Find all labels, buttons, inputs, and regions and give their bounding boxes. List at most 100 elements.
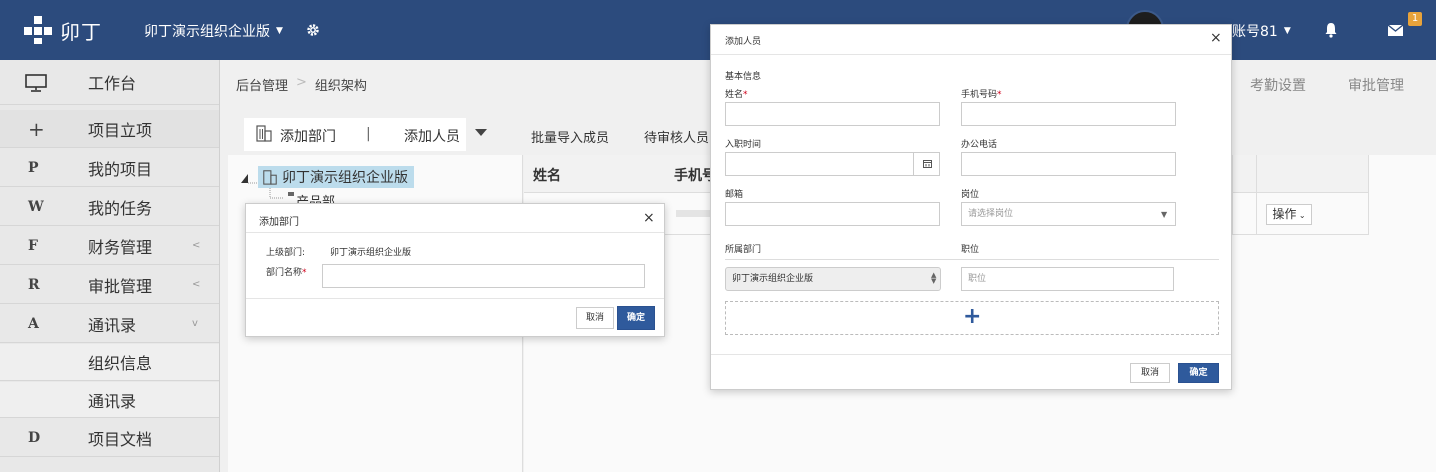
join-date-input[interactable] xyxy=(725,152,940,176)
tab-attendance-settings[interactable]: 考勤设置 xyxy=(1250,75,1306,95)
tree-line-icon xyxy=(269,188,294,199)
tree-node-root[interactable]: 卯丁演示组织企业版 xyxy=(258,166,414,188)
sidebar-item-label: 组织信息 xyxy=(88,354,153,373)
caret-down-icon[interactable] xyxy=(475,129,487,136)
logo-mark-icon xyxy=(22,14,56,46)
cancel-button[interactable]: 取消 xyxy=(1130,363,1170,383)
add-dept-row-button[interactable]: + xyxy=(725,301,1219,335)
chevron-down-icon: ⌄ xyxy=(1296,211,1306,220)
caret-down-icon: ▼ xyxy=(1161,210,1168,219)
post-select[interactable]: 请选择岗位 xyxy=(961,202,1176,226)
mail-icon[interactable] xyxy=(1388,25,1403,36)
letter-r-icon: R xyxy=(28,276,40,293)
close-icon[interactable]: × xyxy=(1210,30,1222,46)
label-text: 部门名称 xyxy=(266,268,303,278)
column-divider xyxy=(1368,155,1369,235)
breadcrumb-root[interactable]: 后台管理 xyxy=(236,75,288,94)
required-mark: * xyxy=(302,268,307,278)
phone-input[interactable] xyxy=(961,102,1176,126)
sidebar-item-my-projects[interactable]: P 我的项目 xyxy=(0,149,219,187)
gear-icon[interactable] xyxy=(306,23,320,37)
brand-logo[interactable]: 卯丁 xyxy=(22,14,102,46)
confirm-button[interactable]: 确定 xyxy=(1178,363,1219,383)
sidebar-item-label: 我的任务 xyxy=(88,198,153,218)
sidebar-item-contacts[interactable]: A 通讯录 v xyxy=(0,305,219,343)
sidebar-item-label: 工作台 xyxy=(88,74,137,93)
sidebar-item-label: 项目立项 xyxy=(88,120,153,140)
batch-import-button[interactable]: 批量导入成员 xyxy=(531,127,609,146)
column-divider xyxy=(1256,155,1257,235)
sidebar-item-workbench[interactable]: 工作台 xyxy=(0,60,219,105)
office-phone-input[interactable] xyxy=(961,152,1176,176)
email-input[interactable] xyxy=(725,202,940,226)
caret-down-icon: ▼ xyxy=(276,26,283,36)
close-icon[interactable]: × xyxy=(643,210,655,226)
section-title: 基本信息 xyxy=(725,72,762,82)
title-input[interactable]: 职位 xyxy=(961,267,1174,291)
tab-approval-management[interactable]: 审批管理 xyxy=(1348,75,1404,95)
mail-count-badge: 1 xyxy=(1408,12,1422,26)
toolbar-add-group: 添加部门 | 添加人员 xyxy=(244,118,466,151)
post-label: 岗位 xyxy=(961,190,980,200)
bell-icon[interactable] xyxy=(1324,22,1338,38)
letter-w-icon: W xyxy=(28,198,44,215)
divider xyxy=(711,354,1231,355)
org-switcher[interactable]: 卯丁演示组织企业版 ▼ xyxy=(144,21,283,41)
dept-name-label: 部门名称* xyxy=(266,265,307,278)
dept-name-input[interactable] xyxy=(322,264,645,288)
chevron-left-icon: < xyxy=(192,240,201,251)
divider xyxy=(246,232,664,233)
sidebar-item-label: 财务管理 xyxy=(88,237,153,257)
add-department-dialog: 添加部门 × 上级部门: 卯丁演示组织企业版 部门名称* 取消 确定 xyxy=(245,203,665,337)
select-arrows-icon: ▲ ▼ xyxy=(931,271,937,285)
sidebar-item-project-setup[interactable]: + 项目立项 xyxy=(0,110,219,148)
confirm-button[interactable]: 确定 xyxy=(617,306,655,330)
required-mark: * xyxy=(997,90,1002,100)
chevron-left-icon: < xyxy=(192,279,201,290)
pending-review-button[interactable]: 待审核人员 xyxy=(644,127,709,146)
sidebar-item-label: 通讯录 xyxy=(88,391,137,411)
cancel-button[interactable]: 取消 xyxy=(576,307,614,329)
dialog-title: 添加人员 xyxy=(725,37,762,47)
sidebar-subitem-contacts[interactable]: 通讯录 xyxy=(0,382,219,418)
join-date-label: 入职时间 xyxy=(725,140,762,150)
name-input[interactable] xyxy=(725,102,940,126)
dept-label: 所属部门 xyxy=(725,245,762,255)
letter-a-icon: A xyxy=(28,315,39,332)
org-name: 卯丁演示组织企业版 xyxy=(144,24,270,40)
required-mark: * xyxy=(743,90,748,100)
logo-text: 卯丁 xyxy=(60,19,102,44)
tree-node-label: 卯丁演示组织企业版 xyxy=(282,170,408,186)
add-department-button[interactable]: 添加部门 xyxy=(280,126,336,146)
column-divider xyxy=(1232,155,1233,235)
blurred-phone-value xyxy=(676,210,710,217)
sidebar-subitem-org-info[interactable]: 组织信息 xyxy=(0,344,219,381)
dept-select[interactable]: 卯丁演示组织企业版 xyxy=(725,267,941,291)
add-person-button[interactable]: 添加人员 xyxy=(404,126,460,146)
letter-p-icon: P xyxy=(28,159,39,176)
letter-d-icon: D xyxy=(28,429,41,446)
column-header-name: 姓名 xyxy=(533,168,561,184)
account-menu[interactable]: 账号81 ▼ xyxy=(1232,21,1291,41)
tree-expand-icon[interactable] xyxy=(240,170,258,184)
row-action-dropdown[interactable]: 操作 ⌄ xyxy=(1266,204,1312,225)
sidebar-item-project-docs[interactable]: D 项目文档 xyxy=(0,419,219,457)
title-label: 职位 xyxy=(961,245,980,255)
plus-icon: + xyxy=(963,304,982,329)
dialog-title: 添加部门 xyxy=(259,217,299,228)
monitor-icon xyxy=(25,74,47,92)
breadcrumb: 后台管理 > 组织架构 xyxy=(236,75,367,94)
divider xyxy=(725,259,1219,260)
sidebar-item-label: 审批管理 xyxy=(88,276,153,296)
sidebar-item-approval[interactable]: R 审批管理 < xyxy=(0,266,219,304)
calendar-button[interactable] xyxy=(913,152,940,176)
chevron-down-icon: v xyxy=(192,318,198,329)
breadcrumb-current: 组织架构 xyxy=(314,79,367,94)
parent-dept-value: 卯丁演示组织企业版 xyxy=(330,248,412,258)
sidebar-item-finance[interactable]: F 财务管理 < xyxy=(0,227,219,265)
building-icon xyxy=(263,170,277,185)
name-label: 姓名* xyxy=(725,87,748,100)
label-text: 手机号码 xyxy=(961,90,998,100)
sidebar-item-label: 通讯录 xyxy=(88,315,137,335)
sidebar-item-my-tasks[interactable]: W 我的任务 xyxy=(0,188,219,226)
